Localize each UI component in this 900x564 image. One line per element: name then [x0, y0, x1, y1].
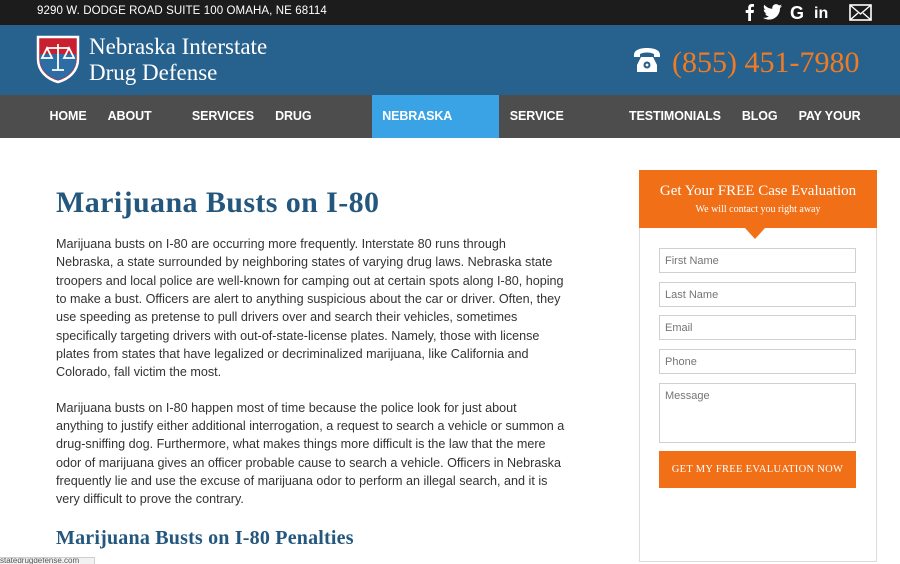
form-subheading: We will contact you right away: [695, 204, 821, 215]
phone-number[interactable]: (855) 451-7980: [672, 46, 859, 79]
paragraph-2: Marijuana busts on I-80 happen most of t…: [56, 400, 565, 507]
nav-item-services[interactable]: SERVICES: [181, 95, 264, 138]
svg-text:in: in: [814, 5, 828, 20]
facebook-icon[interactable]: [744, 2, 755, 22]
nav-item-nebraska-laws[interactable]: NEBRASKA LAWS: [371, 95, 500, 166]
last-name-input[interactable]: [659, 282, 856, 307]
nav-item-testimonials[interactable]: TESTIMONIALS: [618, 95, 731, 138]
paragraph-1: Marijuana busts on I-80 are occurring mo…: [56, 237, 564, 380]
form-heading: Get Your FREE Case Evaluation: [659, 183, 857, 199]
page-title: Marijuana Busts on I-80: [56, 186, 380, 219]
nav-list: HOME ABOUT US SERVICES DRUG CRIMES NEBRASKA …: [39, 95, 900, 166]
nav-item-pay-your-bill[interactable]: PAY YOUR BILL: [788, 95, 900, 166]
form-header: Get Your FREE Case Evaluation We will co…: [639, 170, 877, 228]
telephone-icon: [632, 46, 662, 79]
case-evaluation-form: Get Your FREE Case Evaluation We will co…: [639, 170, 877, 562]
logo-line-1: Nebraska Interstate: [89, 34, 268, 59]
nav-item-service-areas[interactable]: SERVICE AREAS: [499, 95, 618, 166]
main-nav: HOME ABOUT US SERVICES DRUG CRIMES NEBRASKA …: [0, 95, 900, 166]
google-icon[interactable]: G: [790, 2, 806, 22]
form-header-arrow: [745, 228, 765, 239]
message-textarea[interactable]: [659, 383, 856, 443]
nav-item-home[interactable]: HOME: [39, 95, 97, 138]
main-content: Marijuana Busts on I-80 Marijuana busts …: [56, 185, 566, 550]
phone-input[interactable]: [659, 349, 856, 374]
scales-of-justice-logo-icon[interactable]: [35, 34, 81, 84]
nav-item-drug-crimes[interactable]: DRUG CRIMES: [265, 95, 372, 166]
address-text: 9290 W. DODGE ROAD SUITE 100 OMAHA, NE 6…: [37, 5, 327, 17]
twitter-icon[interactable]: [763, 2, 782, 22]
svg-text:G: G: [790, 4, 804, 21]
mail-icon[interactable]: [849, 2, 872, 22]
first-name-input[interactable]: [659, 248, 856, 273]
header-phone[interactable]: (855) 451-7980: [632, 46, 859, 79]
site-logo-text[interactable]: Nebraska Interstate Drug Defense: [89, 34, 267, 86]
section-heading: Marijuana Busts on I-80 Penalties: [56, 526, 354, 549]
social-links: G in: [744, 2, 872, 22]
email-input[interactable]: [659, 315, 856, 340]
submit-evaluation-button[interactable]: GET MY FREE EVALUATION NOW: [659, 451, 856, 488]
nav-item-blog[interactable]: BLOG: [731, 95, 788, 138]
browser-status-url: statedrugdefense.com: [0, 557, 95, 564]
nav-item-about-us[interactable]: ABOUT US: [97, 95, 181, 166]
logo-line-2: Drug Defense: [89, 60, 218, 85]
linkedin-icon[interactable]: in: [814, 2, 831, 22]
top-bar: 9290 W. DODGE ROAD SUITE 100 OMAHA, NE 6…: [0, 0, 900, 25]
site-header: Nebraska Interstate Drug Defense (855) 4…: [0, 25, 900, 95]
